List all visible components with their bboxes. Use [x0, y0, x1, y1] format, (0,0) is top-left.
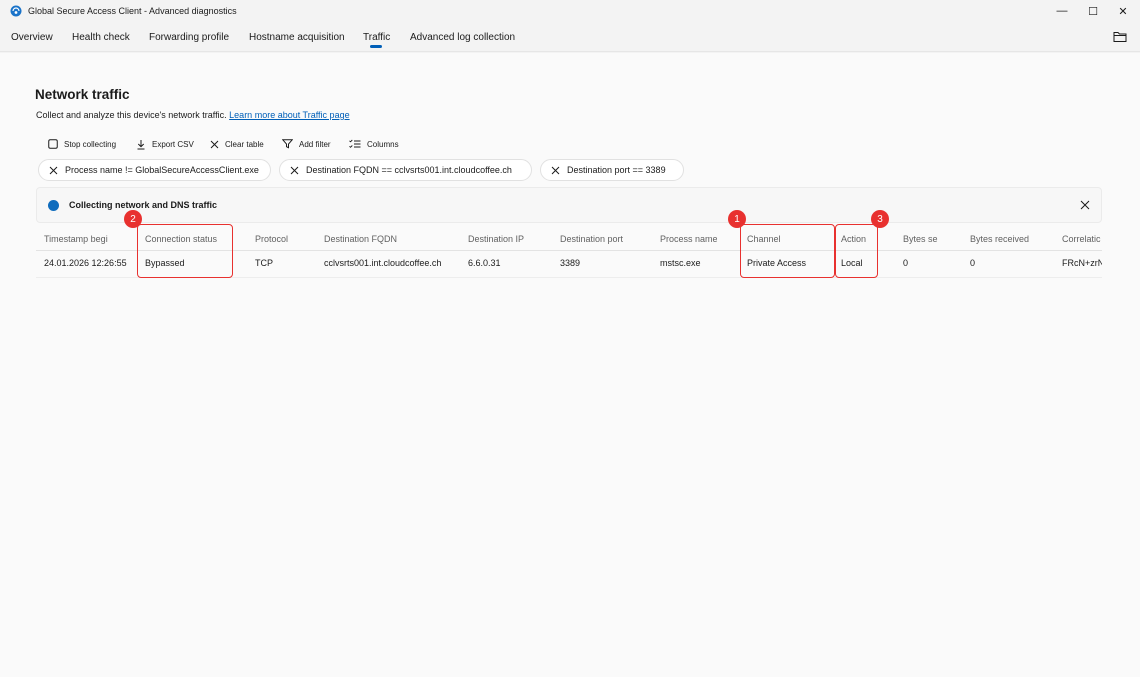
- folder-icon[interactable]: [1113, 30, 1127, 43]
- checkbox-icon: [48, 139, 58, 149]
- export-csv-button[interactable]: Export CSV: [136, 137, 194, 151]
- info-bar: Collecting network and DNS traffic: [36, 187, 1102, 223]
- export-csv-label: Export CSV: [152, 139, 194, 149]
- add-filter-label: Add filter: [299, 139, 331, 149]
- columns-label: Columns: [367, 139, 399, 149]
- cell-destination-fqdn: cclvsrts001.int.cloudcoffee.ch: [324, 258, 442, 268]
- dismiss-icon[interactable]: [1080, 200, 1090, 210]
- cell-destination-port: 3389: [560, 258, 581, 268]
- info-message: Collecting network and DNS traffic: [69, 200, 218, 210]
- cell-bytes-received: 0: [970, 258, 976, 268]
- selected-tab-indicator: [370, 45, 382, 48]
- tab-advanced-log-collection[interactable]: Advanced log collection: [410, 32, 515, 43]
- app-logo-icon: [10, 5, 22, 17]
- description-text: Collect and analyze this device's networ…: [36, 110, 227, 120]
- remove-filter-icon[interactable]: [49, 166, 58, 175]
- close-icon: ✕: [1118, 5, 1128, 18]
- clear-table-label: Clear table: [225, 139, 264, 149]
- column-header-bytes-received[interactable]: Bytes received: [970, 234, 1050, 244]
- stop-collecting-label: Stop collecting: [64, 139, 117, 149]
- column-header-timestamp[interactable]: Timestamp begi: [44, 234, 118, 244]
- annotation-badge-3: 3: [871, 210, 889, 228]
- columns-button[interactable]: Columns: [349, 137, 399, 151]
- column-header-destination-fqdn[interactable]: Destination FQDN: [324, 234, 454, 244]
- remove-filter-icon[interactable]: [551, 166, 560, 175]
- columns-icon: [349, 139, 361, 148]
- tab-bar: Overview Health check Forwarding profile…: [0, 26, 1140, 52]
- cell-bytes-sent: 0: [903, 258, 909, 268]
- filter-chip-process-name[interactable]: Process name != GlobalSecureAccessClient…: [38, 159, 271, 181]
- page-description: Collect and analyze this device's networ…: [36, 110, 350, 120]
- column-header-destination-ip[interactable]: Destination IP: [468, 234, 548, 244]
- minimize-button[interactable]: —: [1047, 0, 1077, 22]
- highlight-connection-status-column: [137, 224, 233, 278]
- remove-filter-icon[interactable]: [290, 166, 299, 175]
- column-header-destination-port[interactable]: Destination port: [560, 234, 650, 244]
- download-icon: [137, 139, 145, 149]
- page-title: Network traffic: [35, 87, 130, 102]
- filter-chip-label: Destination port == 3389: [567, 165, 666, 175]
- column-header-protocol[interactable]: Protocol: [255, 234, 315, 244]
- annotation-badge-2: 2: [124, 210, 142, 228]
- cell-correlation: FRcN+zrN: [1062, 258, 1102, 268]
- cell-timestamp: 24.01.2026 12:26:55: [44, 258, 127, 268]
- filter-chip-label: Destination FQDN == cclvsrts001.int.clou…: [306, 165, 512, 175]
- tab-forwarding-profile[interactable]: Forwarding profile: [149, 32, 229, 43]
- annotation-badge-1: 1: [728, 210, 746, 228]
- cell-destination-ip: 6.6.0.31: [468, 258, 501, 268]
- cell-process-name: mstsc.exe: [660, 258, 701, 268]
- highlight-action-column: [835, 224, 878, 278]
- column-header-correlation[interactable]: Correlatic: [1062, 234, 1102, 244]
- title-bar: Global Secure Access Client - Advanced d…: [0, 0, 1140, 24]
- tab-traffic[interactable]: Traffic: [363, 32, 390, 43]
- highlight-channel-column: [740, 224, 835, 278]
- filter-chip-label: Process name != GlobalSecureAccessClient…: [65, 165, 259, 175]
- tab-hostname-acquisition[interactable]: Hostname acquisition: [249, 32, 345, 43]
- filter-chip-destination-port[interactable]: Destination port == 3389: [540, 159, 684, 181]
- filter-chip-destination-fqdn[interactable]: Destination FQDN == cclvsrts001.int.clou…: [279, 159, 532, 181]
- tab-overview[interactable]: Overview: [11, 32, 53, 43]
- maximize-icon: ☐: [1088, 5, 1098, 18]
- clear-table-button[interactable]: Clear table: [210, 137, 264, 151]
- info-status-icon: [48, 200, 59, 211]
- close-window-button[interactable]: ✕: [1108, 0, 1138, 22]
- maximize-button[interactable]: ☐: [1078, 0, 1108, 22]
- add-filter-button[interactable]: Add filter: [282, 137, 331, 151]
- learn-more-link[interactable]: Learn more about Traffic page: [229, 110, 349, 120]
- column-header-process-name[interactable]: Process name: [660, 234, 717, 244]
- stop-collecting-button[interactable]: Stop collecting: [48, 137, 116, 151]
- clear-icon: [210, 140, 219, 148]
- filter-icon: [282, 139, 293, 149]
- window-title: Global Secure Access Client - Advanced d…: [28, 6, 237, 16]
- cell-protocol: TCP: [255, 258, 273, 268]
- tab-health-check[interactable]: Health check: [72, 32, 130, 43]
- column-header-bytes-sent[interactable]: Bytes se: [903, 234, 939, 244]
- minimize-icon: —: [1056, 5, 1068, 17]
